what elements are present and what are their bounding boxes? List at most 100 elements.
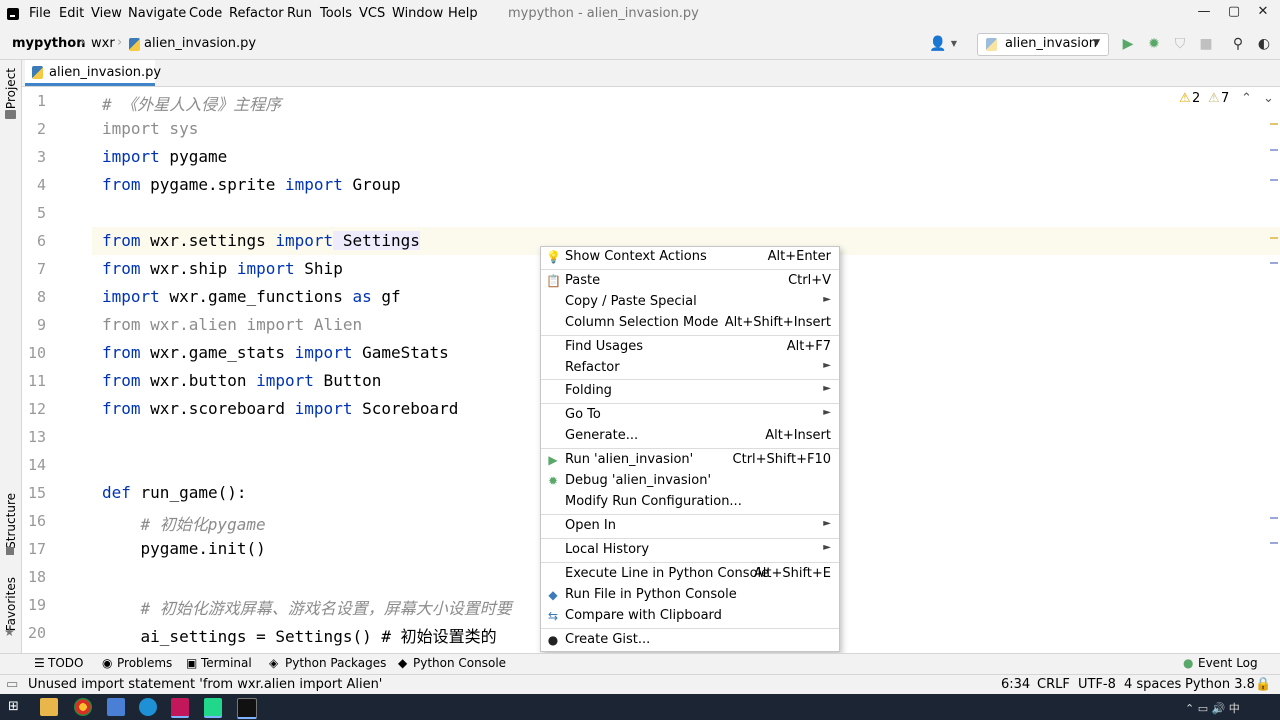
menu-refactor[interactable]: Refactor — [229, 6, 284, 21]
warning-icon[interactable]: ⚠ — [1179, 91, 1191, 106]
terminal-tool-button[interactable]: Terminal — [201, 656, 252, 670]
menu-view[interactable]: View — [91, 6, 122, 21]
code-line-11: from wxr.button import Button — [102, 371, 381, 390]
project-tool-button[interactable]: Project — [4, 68, 18, 109]
menu-navigate[interactable]: Navigate — [128, 6, 186, 21]
terminal-window-icon[interactable] — [237, 698, 257, 719]
menu-find-usages[interactable]: Find Usages Alt+F7 — [541, 337, 839, 358]
scroll-marker[interactable] — [1270, 542, 1278, 544]
scroll-marker[interactable] — [1270, 262, 1278, 264]
menu-go-to[interactable]: Go To ► — [541, 405, 839, 426]
menu-run[interactable]: Run — [287, 6, 312, 21]
menu-copy-paste-special[interactable]: Copy / Paste Special ► — [541, 292, 839, 313]
python-packages-tool-button[interactable]: Python Packages — [285, 656, 386, 670]
menu-compare-with-clipboard[interactable]: ⇆ Compare with Clipboard — [541, 606, 839, 627]
updates-icon[interactable]: ◐ — [1255, 35, 1273, 53]
system-tray-icon[interactable]: ⌃ ▭ 🔊 中 — [1185, 700, 1240, 716]
code-text: wxr.button — [140, 371, 257, 390]
windows-start-icon[interactable]: ⊞ — [8, 700, 22, 714]
intellij-icon[interactable] — [171, 698, 189, 718]
weak-warning-count[interactable]: 7 — [1221, 91, 1229, 106]
menu-refactor[interactable]: Refactor ► — [541, 358, 839, 379]
run-icon[interactable]: ▶ — [1119, 35, 1137, 53]
breadcrumb-file[interactable]: alien_invasion.py — [144, 36, 256, 51]
menu-window[interactable]: Window — [392, 6, 443, 21]
code-text: pygame.sprite — [140, 175, 286, 194]
menu-item-label: Compare with Clipboard — [565, 608, 722, 623]
debug-icon[interactable]: ✹ — [1145, 35, 1163, 53]
line-separator[interactable]: CRLF — [1037, 677, 1070, 692]
file-encoding[interactable]: UTF-8 — [1078, 677, 1116, 692]
breadcrumb-project[interactable]: mypython — [12, 36, 85, 51]
menu-paste[interactable]: 📋 Paste Ctrl+V — [541, 271, 839, 292]
stop-icon[interactable]: ■ — [1197, 35, 1215, 53]
menu-item-label: Folding — [565, 383, 612, 398]
lock-icon[interactable]: 🔒 — [1255, 677, 1271, 692]
line-number: 2 — [36, 120, 46, 138]
menu-edit[interactable]: Edit — [59, 6, 84, 21]
maximize-button[interactable]: ▢ — [1224, 4, 1244, 19]
keyword: as — [352, 287, 372, 306]
menu-vcs[interactable]: VCS — [359, 6, 385, 21]
chrome-icon[interactable] — [74, 698, 92, 716]
menu-file[interactable]: File — [29, 6, 51, 21]
clipboard-icon: 📋 — [546, 274, 561, 288]
code-text: Ship — [294, 259, 343, 278]
chevron-right-icon: › — [80, 35, 86, 50]
structure-tool-button[interactable]: Structure — [4, 493, 18, 549]
notepad-icon[interactable] — [107, 698, 125, 716]
tab-alien-invasion[interactable]: alien_invasion.py — [25, 60, 161, 86]
python-interpreter[interactable]: Python 3.8 — [1185, 677, 1255, 692]
menu-show-context-actions[interactable]: 💡 Show Context Actions Alt+Enter — [541, 247, 839, 268]
menu-execute-line-in-console[interactable]: Execute Line in Python Console Alt+Shift… — [541, 564, 839, 585]
close-button[interactable]: ✕ — [1253, 4, 1273, 19]
scroll-marker[interactable] — [1270, 149, 1278, 151]
menu-local-history[interactable]: Local History ► — [541, 540, 839, 561]
chevron-up-icon[interactable]: ⌃ — [1241, 91, 1252, 106]
weak-warning-icon[interactable]: ⚠ — [1208, 91, 1220, 106]
menu-open-in[interactable]: Open In ► — [541, 516, 839, 537]
chevron-down-icon: ▼ — [1093, 38, 1100, 48]
scroll-marker[interactable] — [1270, 517, 1278, 519]
menu-item-label: Paste — [565, 273, 601, 288]
menu-folding[interactable]: Folding ► — [541, 381, 839, 402]
submenu-arrow-icon: ► — [823, 407, 831, 418]
code-text: Scoreboard — [352, 399, 459, 418]
favorites-tool-button[interactable]: Favorites — [4, 577, 18, 631]
menu-item-label: Create Gist... — [565, 632, 651, 647]
code-text: Settings — [333, 231, 420, 250]
event-log-tool-button[interactable]: Event Log — [1198, 656, 1258, 670]
problems-tool-button[interactable]: Problems — [117, 656, 172, 670]
menu-help[interactable]: Help — [448, 6, 478, 21]
breadcrumb-folder[interactable]: wxr — [91, 36, 115, 51]
minimize-button[interactable]: — — [1194, 4, 1214, 19]
search-icon[interactable]: ⚲ — [1229, 35, 1247, 53]
scroll-marker[interactable] — [1270, 237, 1278, 239]
indent-setting[interactable]: 4 spaces — [1124, 677, 1181, 692]
menu-create-gist[interactable]: ● Create Gist... — [541, 630, 839, 651]
python-console-tool-button[interactable]: Python Console — [413, 656, 506, 670]
file-explorer-icon[interactable] — [40, 698, 58, 716]
pycharm-icon[interactable] — [204, 698, 222, 718]
chevron-down-icon[interactable]: ⌄ — [1263, 91, 1274, 106]
scroll-marker[interactable] — [1270, 123, 1278, 125]
caret-position[interactable]: 6:34 — [1001, 677, 1030, 692]
line-number: 3 — [36, 148, 46, 166]
menu-run-file-in-console[interactable]: ◆ Run File in Python Console — [541, 585, 839, 606]
todo-tool-button[interactable]: TODO — [48, 656, 83, 670]
menu-debug-alien-invasion[interactable]: ✹ Debug 'alien_invasion' — [541, 471, 839, 492]
menu-code[interactable]: Code — [189, 6, 222, 21]
keyword: from — [102, 231, 141, 250]
menu-tools[interactable]: Tools — [320, 6, 352, 21]
menu-modify-run-configuration[interactable]: Modify Run Configuration... — [541, 492, 839, 513]
menu-column-selection-mode[interactable]: Column Selection Mode Alt+Shift+Insert — [541, 313, 839, 334]
run-configuration-select[interactable]: alien_invasion ▼ — [977, 33, 1109, 56]
status-message[interactable]: Unused import statement 'from wxr.alien … — [28, 677, 382, 692]
scroll-marker[interactable] — [1270, 179, 1278, 181]
coverage-icon[interactable]: ⛉ — [1171, 35, 1189, 53]
toggle-tool-windows-icon[interactable]: ▭ — [6, 677, 18, 692]
menu-run-alien-invasion[interactable]: ▶ Run 'alien_invasion' Ctrl+Shift+F10 — [541, 450, 839, 471]
warning-count[interactable]: 2 — [1192, 91, 1200, 106]
edge-icon[interactable] — [139, 698, 157, 716]
menu-generate[interactable]: Generate... Alt+Insert — [541, 426, 839, 447]
